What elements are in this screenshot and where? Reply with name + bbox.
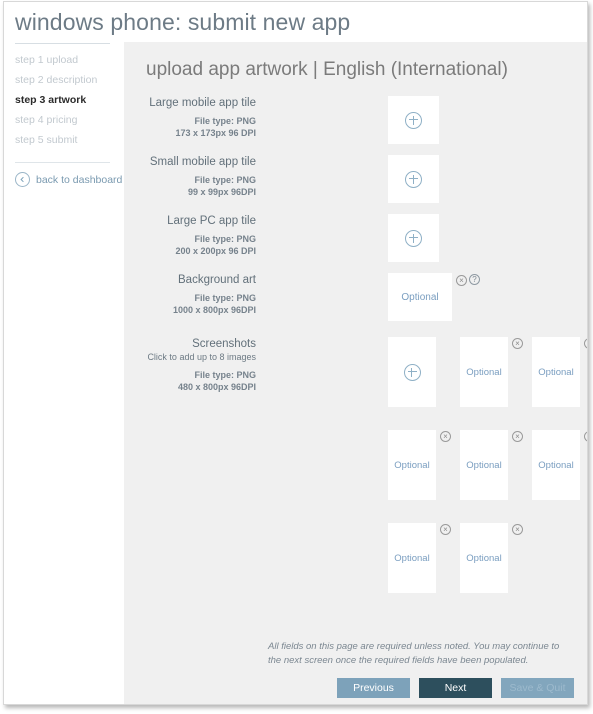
remove-screenshot-icon[interactable]: × [584, 338, 587, 349]
add-plus-icon [405, 111, 422, 129]
footer-button-bar: Previous Next Save & Quit [337, 678, 574, 698]
back-arrow-circle-icon [15, 172, 30, 187]
back-to-dashboard-label: back to dashboard [36, 173, 123, 186]
upload-row-background-art: Background art File type: PNG 1000 x 800px… [124, 273, 587, 321]
content-panel: upload app artwork | English (Internatio… [124, 42, 587, 704]
row-filetype: File type: PNG [194, 175, 256, 185]
add-plus-icon [405, 229, 422, 247]
sidebar-step-1[interactable]: step 1 upload [4, 50, 121, 70]
remove-background-art-icon[interactable]: × [456, 275, 467, 286]
row-dimensions: 200 x 200px 96 DPI [175, 246, 256, 256]
remove-screenshot-icon[interactable]: × [440, 431, 451, 442]
remove-screenshot-icon[interactable]: × [512, 524, 523, 535]
row-labels: Large PC app tile File type: PNG 200 x 200… [124, 214, 262, 257]
optional-label: Optional [466, 366, 502, 378]
remove-screenshot-icon[interactable]: × [440, 524, 451, 535]
next-button[interactable]: Next [419, 678, 492, 698]
add-plus-icon [405, 170, 422, 188]
optional-label: Optional [466, 459, 502, 471]
remove-screenshot-icon[interactable]: × [512, 338, 523, 349]
row-filetype: File type: PNG [194, 234, 256, 244]
optional-label: Optional [466, 552, 502, 564]
row-dimensions: 99 x 99px 96DPI [187, 187, 256, 197]
sidebar: step 1 upload step 2 description step 3 ar… [4, 50, 122, 187]
optional-label: Optional [538, 459, 574, 471]
upload-tile-large-mobile-app-tile[interactable] [388, 96, 439, 144]
row-title: Large mobile app tile [149, 97, 256, 109]
optional-label: Optional [394, 459, 430, 471]
previous-button[interactable]: Previous [337, 678, 410, 698]
save-quit-button: Save & Quit [501, 678, 574, 698]
screenshot-tile[interactable]: Optional [460, 337, 508, 407]
row-labels: Large mobile app tile File type: PNG 173 x… [124, 96, 262, 139]
back-to-dashboard-link[interactable]: back to dashboard [15, 172, 122, 187]
sidebar-step-5[interactable]: step 5 submit [4, 130, 121, 150]
section-heading: upload app artwork | English (Internatio… [146, 59, 508, 80]
row-title: Background art [178, 274, 256, 286]
artwork-upload-rows: Large mobile app tile File type: PNG 173 x… [124, 96, 587, 593]
upload-row-large-mobile-app-tile: Large mobile app tile File type: PNG 173 x… [124, 96, 587, 144]
upload-tile-small-mobile-app-tile[interactable] [388, 155, 439, 203]
upload-row-large-pc-app-tile: Large PC app tile File type: PNG 200 x 200… [124, 214, 587, 262]
screenshots-filetype: File type: PNG [194, 370, 256, 380]
help-background-art-icon[interactable]: ? [469, 274, 480, 285]
row-filetype: File type: PNG [194, 116, 256, 126]
row-filetype: File type: PNG [194, 293, 256, 303]
sidebar-steps: step 1 upload step 2 description step 3 ar… [4, 50, 121, 150]
sidebar-step-4[interactable]: step 4 pricing [4, 110, 121, 130]
title-divider [15, 43, 110, 44]
screenshot-tile[interactable]: Optional [460, 523, 508, 593]
screenshot-root: windows phone: submit new app step 1 upl… [0, 0, 593, 714]
row-dimensions: 173 x 173px 96 DPI [175, 128, 256, 138]
row-labels: Small mobile app tile File type: PNG 99 x … [124, 155, 262, 198]
sidebar-divider [15, 162, 110, 163]
page-title: windows phone: submit new app [15, 9, 351, 35]
screenshot-tile[interactable] [388, 337, 436, 407]
screenshot-tile[interactable]: Optional [532, 430, 580, 500]
upload-tile-background-art[interactable]: Optional [388, 273, 452, 321]
add-plus-icon [403, 363, 421, 381]
row-title: Large PC app tile [167, 215, 256, 227]
row-title: Small mobile app tile [149, 156, 256, 168]
screenshot-tile[interactable]: Optional [532, 337, 580, 407]
screenshot-tile[interactable]: Optional [388, 430, 436, 500]
optional-label: Optional [394, 552, 430, 564]
screenshots-labels: Screenshots Click to add up to 8 images Fi… [124, 337, 262, 393]
sidebar-step-2[interactable]: step 2 description [4, 70, 121, 90]
browser-page: windows phone: submit new app step 1 upl… [3, 1, 588, 705]
sidebar-step-3[interactable]: step 3 artwork [4, 90, 121, 110]
required-fields-note: All fields on this page are required unl… [268, 641, 560, 666]
remove-screenshot-icon[interactable]: × [512, 431, 523, 442]
row-labels: Background art File type: PNG 1000 x 800px… [124, 273, 262, 316]
optional-label: Optional [401, 291, 439, 303]
screenshots-title: Screenshots [192, 338, 256, 350]
remove-screenshot-icon[interactable]: × [584, 431, 587, 442]
optional-label: Optional [538, 366, 574, 378]
screenshot-tile[interactable]: Optional [388, 523, 436, 593]
screenshots-dimensions: 480 x 800px 96DPI [177, 382, 256, 392]
screenshots-row: Screenshots Click to add up to 8 images Fi… [124, 337, 587, 593]
screenshot-tile[interactable]: Optional [460, 430, 508, 500]
upload-row-small-mobile-app-tile: Small mobile app tile File type: PNG 99 x … [124, 155, 587, 203]
upload-tile-large-pc-app-tile[interactable] [388, 214, 439, 262]
row-dimensions: 1000 x 800px 96DPI [172, 305, 256, 315]
screenshots-hint: Click to add up to 8 images [147, 352, 256, 362]
